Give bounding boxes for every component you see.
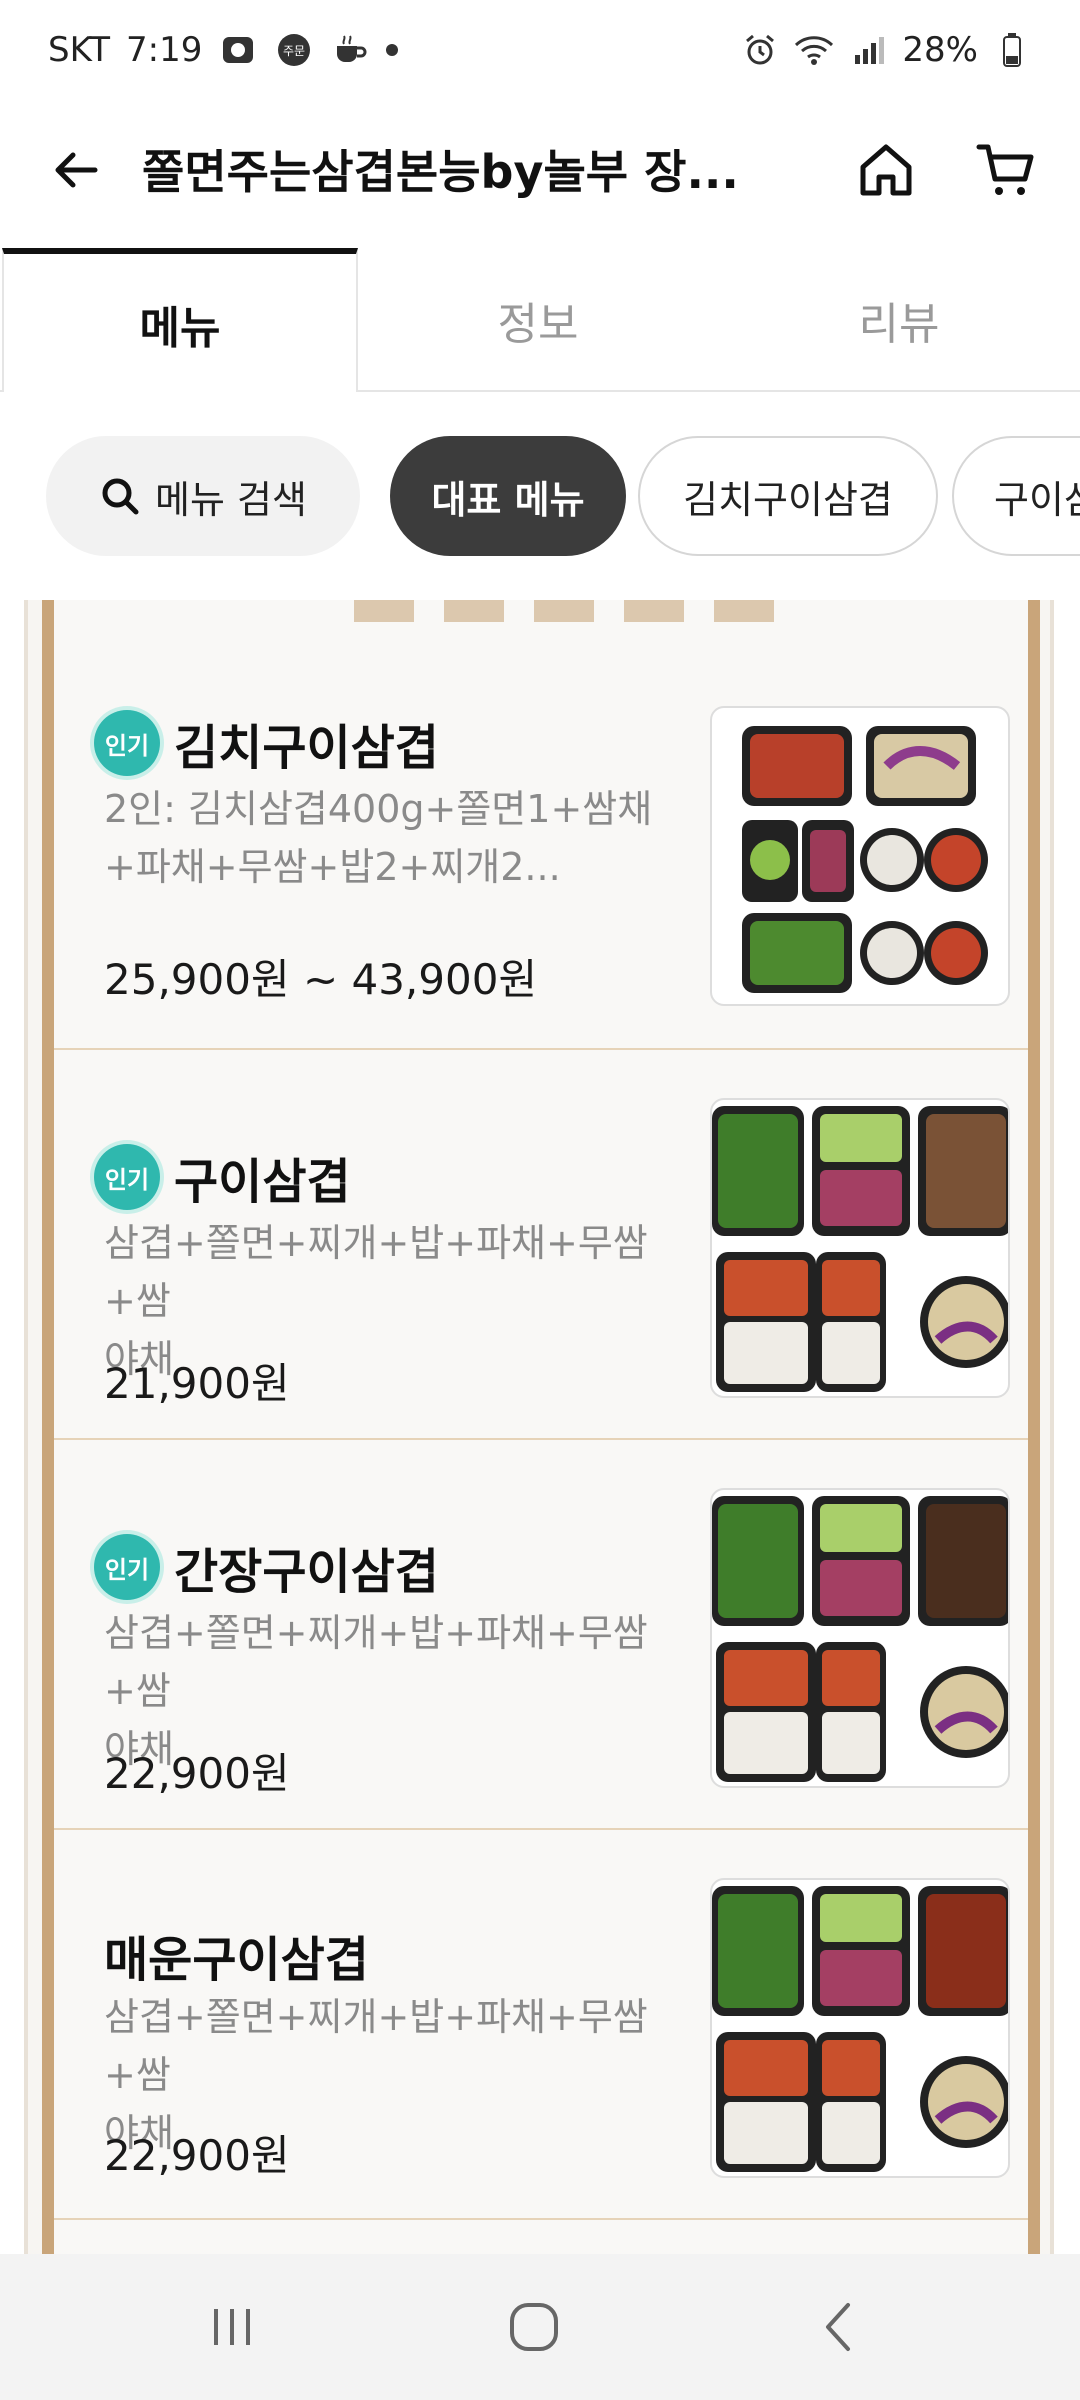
item-photo [710, 706, 1010, 1006]
item-description-line: 삼겹+쫄면+찌개+밥+파채+무쌈+쌈 [104, 1995, 648, 2097]
menu-item-gui-samgyeop[interactable]: 인기 구이삼겹 삼겹+쫄면+찌개+밥+파채+무쌈+쌈 야채 21,900원 [54, 1050, 1028, 1440]
menu-board-frame: 인기 김치구이삼겹 2인: 김치삼겹400g+쫄면1+쌈채 +파채+무쌈+밥2+… [42, 600, 1040, 2254]
chip-kimchi-gui-samgyeop[interactable]: 김치구이삼겹 [638, 436, 938, 556]
menu-item-ganjang-gui-samgyeop[interactable]: 인기 간장구이삼겹 삼겹+쫄면+찌개+밥+파채+무쌈+쌈 야채 22,900원 [54, 1440, 1028, 1830]
back-button[interactable] [36, 130, 116, 210]
item-description-line: 삼겹+쫄면+찌개+밥+파채+무쌈+쌈 [104, 1221, 648, 1323]
status-bar: SKT 7:19 주문 28% [0, 0, 1080, 100]
signal-icon [848, 30, 888, 70]
order-icon: 주문 [274, 30, 314, 70]
tab-info[interactable]: 정보 [358, 248, 718, 392]
menu-item-kimchi-gui-samgyeop[interactable]: 인기 김치구이삼겹 2인: 김치삼겹400g+쫄면1+쌈채 +파채+무쌈+밥2+… [54, 610, 1028, 1050]
item-price: 22,900원 [104, 1749, 290, 1798]
lunchbox-photo [712, 1106, 1008, 1392]
lunchbox-photo [742, 726, 988, 993]
wifi-icon [794, 30, 834, 70]
carrier-text: SKT [48, 30, 111, 70]
item-photo [710, 1488, 1010, 1788]
recents-button[interactable] [192, 2287, 272, 2367]
order-badge-text: 주문 [283, 44, 305, 58]
home-nav-button[interactable] [494, 2287, 574, 2367]
item-description-line: +파채+무쌈+밥2+찌개2... [104, 845, 561, 889]
battery-icon [992, 30, 1032, 70]
item-description-line: 2인: 김치삼겹400g+쫄면1+쌈채 [104, 787, 653, 831]
recents-icon [214, 2309, 250, 2345]
item-name-row: 인기 간장구이삼겹 [94, 1532, 439, 1602]
notification-dot [386, 44, 399, 56]
category-chips: 메뉴 검색 대표 메뉴 김치구이삼겹 구이삼 [0, 392, 1080, 600]
popular-badge: 인기 [94, 1534, 160, 1600]
item-price: 21,900원 [104, 1359, 290, 1408]
lunchbox-photo [712, 1886, 1008, 2172]
item-photo [710, 1878, 1010, 2178]
home-button[interactable] [846, 130, 926, 210]
tab-menu[interactable]: 메뉴 [2, 248, 358, 394]
lunchbox-photo [712, 1496, 1008, 1782]
item-name-row: 인기 김치구이삼겹 [94, 708, 439, 778]
tab-bar: 메뉴 정보 리뷰 [0, 248, 1080, 394]
popular-badge: 인기 [94, 710, 160, 776]
status-left: SKT 7:19 주문 [48, 30, 399, 70]
status-right: 28% [740, 30, 1032, 70]
item-name-row: 매운구이삼겹 [104, 1920, 369, 1990]
arrow-left-icon [55, 152, 98, 188]
back-chevron-icon [826, 2303, 850, 2351]
menu-list: 인기 김치구이삼겹 2인: 김치삼겹400g+쫄면1+쌈채 +파채+무쌈+밥2+… [0, 600, 1080, 2254]
cart-button[interactable] [966, 130, 1046, 210]
home-icon [860, 144, 912, 196]
item-name-row: 인기 구이삼겹 [94, 1142, 351, 1212]
photo-icon [218, 30, 258, 70]
app-header: 쫄면주는삼겹본능by놀부 장... [0, 100, 1080, 248]
search-icon [102, 478, 139, 515]
back-nav-button[interactable] [800, 2287, 880, 2367]
item-photo [710, 1098, 1010, 1398]
menu-item-maeun-gui-samgyeop[interactable]: 매운구이삼겹 삼겹+쫄면+찌개+밥+파채+무쌈+쌈 야채 22,900원 [54, 1830, 1028, 2220]
menu-board-background: 인기 김치구이삼겹 2인: 김치삼겹400g+쫄면1+쌈채 +파채+무쌈+밥2+… [24, 600, 1054, 2254]
popular-badge: 인기 [94, 1144, 160, 1210]
home-circle-icon [510, 2303, 558, 2351]
item-description: 2인: 김치삼겹400g+쫄면1+쌈채 +파채+무쌈+밥2+찌개2... [104, 780, 694, 896]
item-name: 매운구이삼겹 [104, 1932, 369, 1988]
clock-text: 7:19 [126, 30, 203, 70]
system-nav-bar [0, 2254, 1080, 2400]
coffee-icon [330, 30, 370, 70]
alarm-icon [740, 30, 780, 70]
menu-search-label: 메뉴 검색 [155, 477, 307, 522]
item-price: 22,900원 [104, 2131, 290, 2180]
item-price: 25,900원 ~ 43,900원 [104, 955, 538, 1004]
chip-representative-menu[interactable]: 대표 메뉴 [390, 436, 626, 556]
item-name: 구이삼겹 [174, 1154, 351, 1210]
battery-text: 28% [902, 30, 978, 70]
item-description-line: 삼겹+쫄면+찌개+밥+파채+무쌈+쌈 [104, 1611, 648, 1713]
item-name: 김치구이삼겹 [174, 720, 439, 776]
tab-reviews[interactable]: 리뷰 [718, 248, 1080, 392]
chip-gui-samgyeop[interactable]: 구이삼 [952, 436, 1080, 556]
item-name: 간장구이삼겹 [174, 1544, 439, 1600]
store-title: 쫄면주는삼겹본능by놀부 장... [142, 145, 739, 199]
menu-search-chip[interactable]: 메뉴 검색 [46, 436, 360, 556]
cart-icon [976, 144, 1034, 195]
